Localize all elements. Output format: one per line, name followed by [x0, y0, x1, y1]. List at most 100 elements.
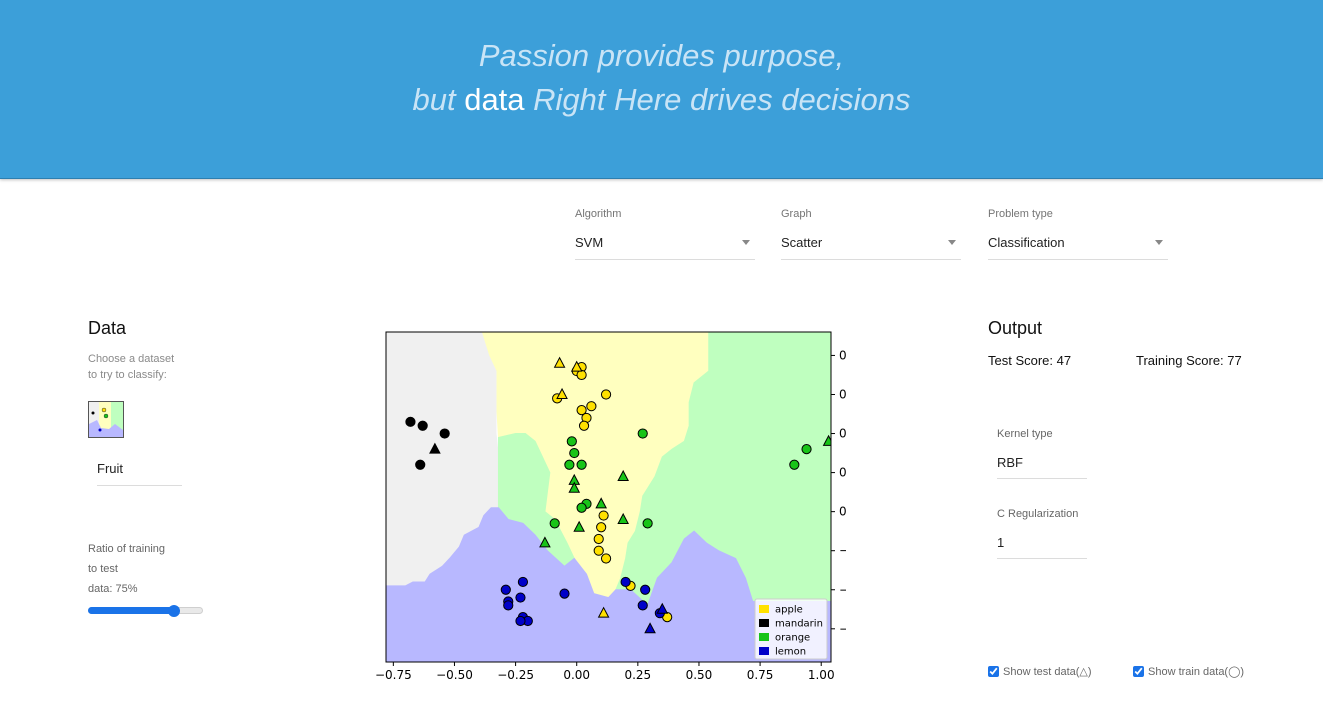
training-score: Training Score: 77 [1136, 353, 1242, 368]
legend-label-lemon: lemon [775, 647, 806, 658]
show-test-data-label: Show test data(△) [1003, 666, 1092, 678]
decision-boundary-chart: −0.75−0.50−0.250.000.250.500.751.00 0.40… [376, 331, 846, 682]
train-point-lemon [637, 600, 648, 611]
legend-swatch-orange [759, 633, 769, 641]
c-regularization-input[interactable]: C Regularization 1 [997, 508, 1087, 559]
train-point-apple [593, 545, 604, 556]
hero-line-2-pre: but [412, 82, 465, 117]
train-point-apple [600, 389, 612, 400]
train-point-orange [569, 447, 580, 459]
hero-banner: Passion provides purpose, but data Right… [0, 0, 1323, 179]
ratio-label-line-3: data: 75% [88, 583, 138, 595]
chevron-down-icon[interactable] [1155, 240, 1163, 245]
train-point-lemon [503, 600, 514, 611]
output-title: Output [988, 318, 1043, 338]
x-axis: −0.75 −0.50 −0.25 0.00 0.25 0.50 0.75 1.00 [376, 662, 835, 682]
train-point-apple [598, 510, 609, 521]
dataset-thumbnail[interactable] [88, 401, 124, 438]
y-tick-label: −0.1 [839, 544, 846, 558]
x-tick-label: 0.75 [747, 668, 774, 682]
y-tick-label: 0.2 [839, 427, 846, 441]
train-point-orange [789, 459, 800, 470]
chevron-down-icon[interactable] [948, 240, 956, 245]
chevron-down-icon[interactable] [742, 240, 750, 245]
dataset-input-value: Fruit [97, 461, 123, 476]
x-tick-label: −0.50 [436, 668, 473, 682]
train-point-lemon [515, 592, 526, 603]
y-tick-label: −0.2 [839, 583, 846, 597]
c-regularization-label: C Regularization [997, 508, 1079, 520]
chart-legend: apple mandarin orange lemon [754, 598, 828, 660]
train-point-apple [593, 533, 604, 545]
legend-label-mandarin: mandarin [775, 619, 823, 630]
train-point-orange [576, 502, 587, 513]
problem-type-select-label: Problem type [988, 208, 1053, 220]
dataset-hint-line-2: to try to classify: [88, 369, 167, 381]
ratio-label-line-2: to test [88, 563, 118, 575]
ratio-label: Ratio of training to test data: 75% [88, 539, 165, 599]
test-score: Test Score: 47 [988, 353, 1072, 368]
train-point-lemon [559, 588, 570, 599]
train-point-orange [642, 518, 653, 529]
train-point-apple [600, 553, 612, 564]
train-point-orange [576, 459, 587, 470]
train-point-mandarin [405, 416, 416, 427]
legend-label-apple: apple [775, 605, 803, 616]
dataset-input[interactable]: Fruit [97, 455, 182, 486]
hero-line-1: Passion provides purpose, [478, 38, 845, 73]
train-point-lemon [640, 584, 651, 595]
ratio-slider-handle[interactable] [168, 605, 181, 617]
train-point-lemon [517, 576, 529, 588]
train-point-mandarin [417, 420, 428, 431]
ratio-slider[interactable] [88, 605, 203, 617]
algorithm-select-label: Algorithm [575, 208, 622, 220]
c-regularization-value: 1 [997, 535, 1005, 550]
kernel-type-value: RBF [997, 455, 1023, 470]
legend-swatch-mandarin [759, 619, 769, 627]
ratio-slider-fill [88, 607, 175, 614]
dataset-hint-line-1: Choose a dataset [88, 353, 175, 365]
train-point-orange [801, 444, 812, 455]
hero-line-2: but data Right Here drives decisions [0, 82, 1323, 118]
x-tick-label: −0.75 [376, 668, 412, 682]
train-point-orange [564, 459, 575, 470]
algorithm-select[interactable]: Algorithm SVM [575, 206, 755, 260]
kernel-type-label: Kernel type [997, 428, 1053, 440]
hero-highlight-word: data [464, 82, 525, 117]
graph-select-value: Scatter [781, 235, 823, 250]
train-point-lemon [620, 576, 631, 588]
legend-swatch-lemon [759, 647, 769, 655]
train-point-orange [637, 428, 648, 439]
y-tick-label: −0.3 [839, 622, 846, 636]
legend-label-orange: orange [775, 633, 810, 644]
legend-swatch-apple [759, 605, 769, 613]
show-test-data-checkbox[interactable] [988, 666, 999, 677]
train-point-apple [576, 369, 587, 381]
x-tick-label: 0.25 [624, 668, 651, 682]
kernel-type-select[interactable]: Kernel type RBF [997, 428, 1087, 479]
x-tick-label: 0.50 [686, 668, 713, 682]
y-tick-label: 0.3 [839, 387, 846, 401]
train-point-apple [596, 522, 607, 533]
train-point-lemon [515, 615, 526, 627]
y-tick-label: 0.1 [839, 466, 846, 480]
train-point-mandarin [439, 428, 450, 439]
graph-select-label: Graph [781, 208, 812, 220]
show-train-data-checkbox[interactable] [1133, 666, 1144, 677]
y-axis: 0.4 0.3 0.2 0.1 0.0 −0.1 −0.2 −0.3 [831, 348, 846, 636]
dataset-thumbnail-image [89, 402, 123, 437]
x-tick-label: 1.00 [808, 668, 835, 682]
hero-line-2-post: Right Here drives decisions [524, 82, 911, 117]
train-point-orange [549, 518, 560, 529]
graph-select[interactable]: Graph Scatter [781, 206, 961, 260]
train-point-lemon [500, 584, 511, 595]
algorithm-select-value: SVM [575, 235, 604, 250]
y-tick-label: 0.4 [839, 348, 846, 362]
train-point-apple [586, 401, 597, 412]
show-train-data-toggle[interactable]: Show train data(◯) [1133, 665, 1244, 678]
show-test-data-toggle[interactable]: Show test data(△) [988, 665, 1092, 678]
data-panel-title: Data [88, 318, 127, 338]
problem-type-select[interactable]: Problem type Classification [988, 206, 1168, 260]
show-train-data-label: Show train data(◯) [1148, 666, 1245, 678]
x-tick-label: −0.25 [497, 668, 534, 682]
